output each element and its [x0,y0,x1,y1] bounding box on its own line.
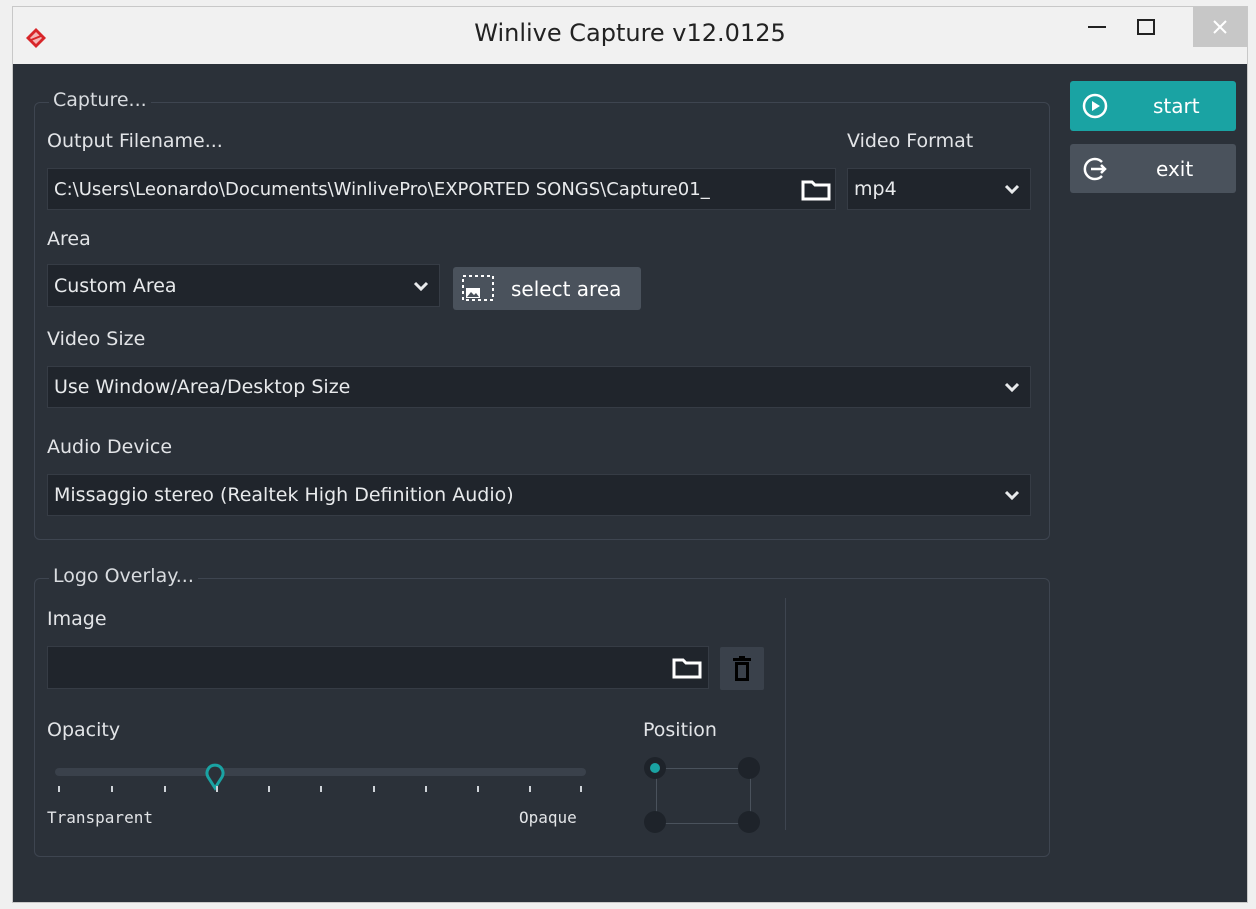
video-format-value: mp4 [854,178,897,200]
audio-device-label: Audio Device [47,436,173,458]
position-bottom-left[interactable] [644,811,666,833]
select-area-button[interactable]: select area [453,267,641,310]
slider-tick [268,786,270,792]
slider-tick [111,786,113,792]
logo-divider [785,598,786,830]
position-top-left[interactable] [644,757,666,779]
chevron-down-icon [1004,184,1020,194]
start-button[interactable]: start [1070,81,1236,131]
slider-tick [373,786,375,792]
slider-tick [477,786,479,792]
capture-legend: Capture... [49,89,151,111]
slider-tick [164,786,166,792]
position-selected-indicator [650,763,660,773]
opacity-slider-handle[interactable] [203,761,227,791]
minimize-button[interactable] [1073,7,1121,47]
start-label: start [1153,94,1200,118]
slider-tick [580,786,582,792]
video-size-label: Video Size [47,328,146,350]
output-filename-field[interactable]: C:\Users\Leonardo\Documents\WinlivePro\E… [47,168,836,210]
video-format-label: Video Format [847,130,974,152]
exit-label: exit [1156,157,1194,181]
window-title: Winlive Capture v12.0125 [474,19,786,47]
position-bottom-right[interactable] [738,811,760,833]
position-frame [656,768,751,824]
folder-icon[interactable] [801,178,831,202]
output-filename-value: C:\Users\Leonardo\Documents\WinlivePro\E… [54,178,710,200]
opacity-slider[interactable] [55,768,586,776]
chevron-down-icon [1004,382,1020,392]
title-bar: Winlive Capture v12.0125 [13,7,1247,64]
opacity-label: Opacity [47,719,121,741]
close-button[interactable] [1193,7,1247,47]
opacity-max-label: Opaque [519,808,577,827]
play-circle-icon [1082,93,1108,119]
video-size-select[interactable]: Use Window/Area/Desktop Size [47,366,1031,408]
maximize-icon [1137,19,1155,35]
video-format-select[interactable]: mp4 [847,168,1031,210]
select-area-label: select area [511,276,622,301]
trash-icon [733,655,751,681]
minimize-icon [1088,26,1106,28]
slider-tick [529,786,531,792]
area-value: Custom Area [54,274,177,297]
slider-tick [320,786,322,792]
area-label: Area [47,228,91,250]
folder-icon[interactable] [672,656,702,680]
audio-device-value: Missaggio stereo (Realtek High Definitio… [54,484,514,506]
image-field[interactable] [47,646,709,689]
exit-button[interactable]: exit [1070,144,1236,193]
output-filename-label: Output Filename... [47,130,223,152]
area-select[interactable]: Custom Area [47,264,440,307]
slider-tick [216,786,218,792]
main-content: Capture... Output Filename... Video Form… [13,64,1247,902]
image-label: Image [47,608,107,630]
app-window: Winlive Capture v12.0125 Capture... Outp… [12,6,1248,903]
chevron-down-icon [1004,490,1020,500]
close-icon [1213,20,1227,34]
logo-overlay-legend: Logo Overlay... [49,565,198,587]
chevron-down-icon [413,281,429,291]
maximize-button[interactable] [1121,7,1171,47]
opacity-min-label: Transparent [47,808,153,827]
position-top-right[interactable] [738,757,760,779]
audio-device-select[interactable]: Missaggio stereo (Realtek High Definitio… [47,474,1031,516]
slider-tick [58,786,60,792]
exit-icon [1083,157,1107,181]
video-size-value: Use Window/Area/Desktop Size [54,376,351,398]
slider-tick [425,786,427,792]
select-area-icon [462,274,494,301]
position-label: Position [643,719,717,741]
clear-image-button[interactable] [720,647,764,690]
